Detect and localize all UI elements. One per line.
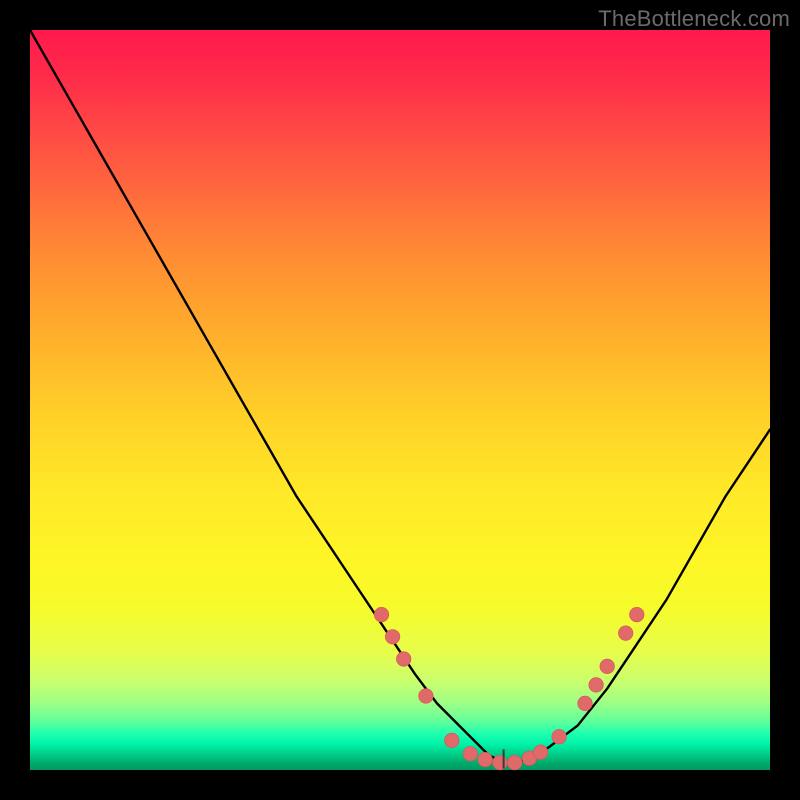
- curve-markers: [374, 607, 644, 769]
- data-marker: [478, 752, 492, 766]
- data-marker: [508, 755, 522, 769]
- data-marker: [374, 607, 388, 621]
- data-marker: [533, 745, 547, 759]
- data-marker: [385, 630, 399, 644]
- data-marker: [578, 696, 592, 710]
- data-marker: [630, 607, 644, 621]
- curve-svg: [30, 30, 770, 770]
- plot-area: [30, 30, 770, 770]
- data-marker: [589, 678, 603, 692]
- data-marker: [445, 733, 459, 747]
- data-marker: [493, 755, 507, 769]
- chart-stage: TheBottleneck.com: [0, 0, 800, 800]
- watermark-text: TheBottleneck.com: [598, 6, 790, 32]
- data-marker: [419, 689, 433, 703]
- data-marker: [552, 730, 566, 744]
- data-marker: [463, 747, 477, 761]
- data-marker: [600, 659, 614, 673]
- data-marker: [397, 652, 411, 666]
- data-marker: [619, 626, 633, 640]
